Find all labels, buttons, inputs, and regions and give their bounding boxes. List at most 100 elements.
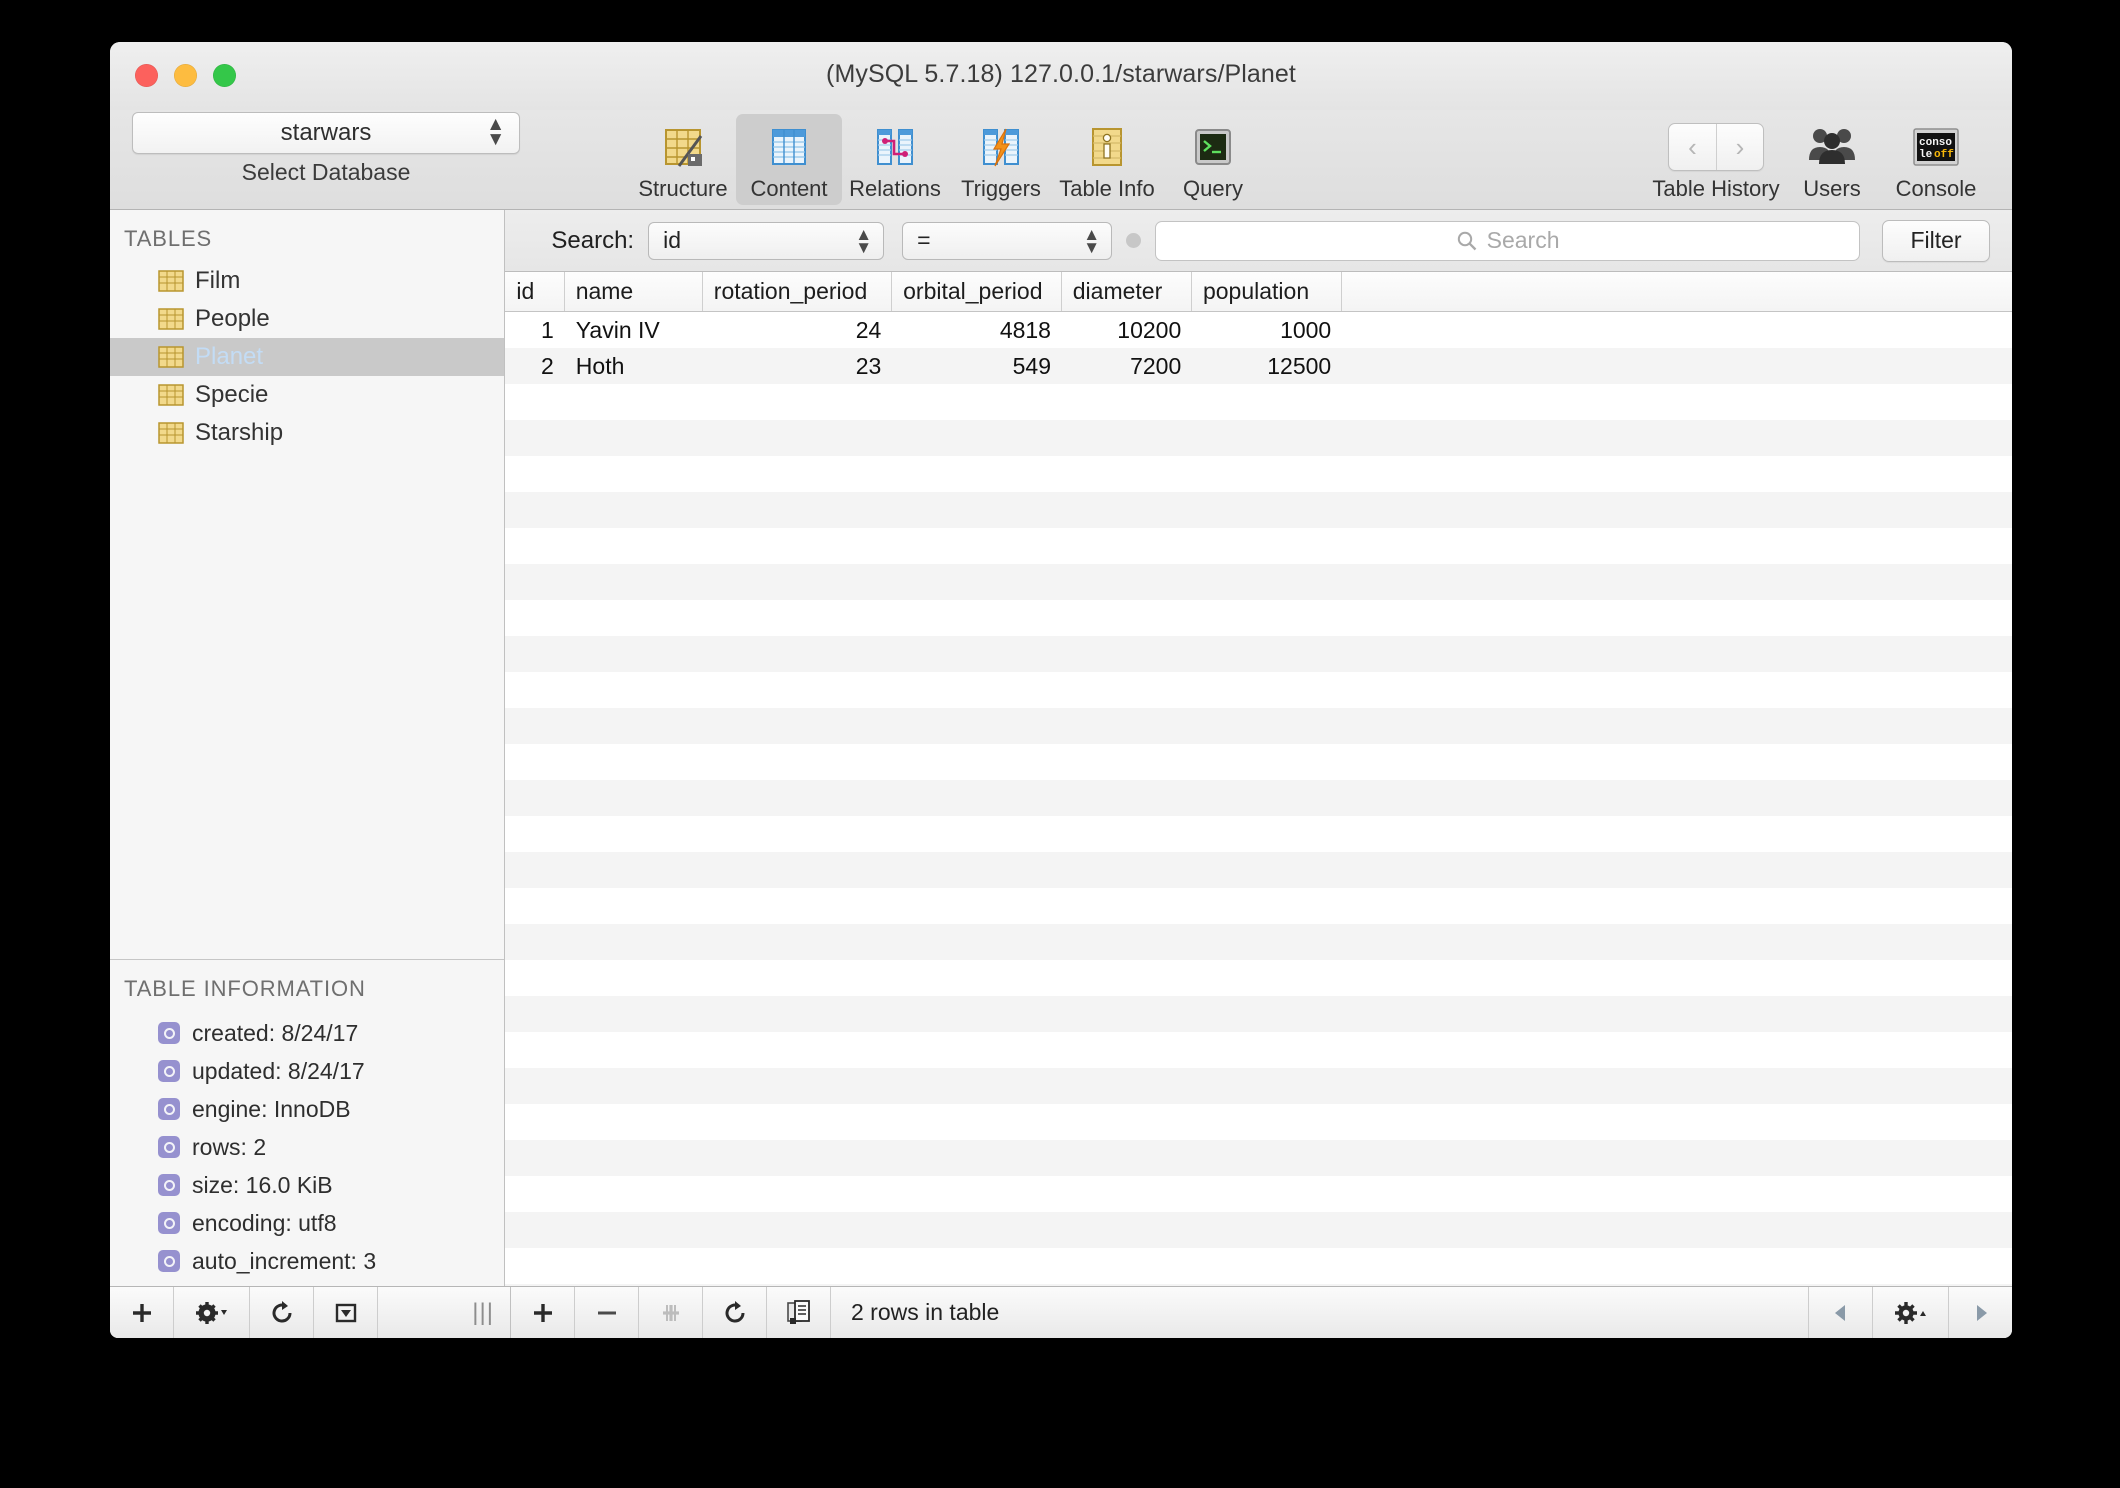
toolbar-tab-triggers-label: Triggers [961, 176, 1041, 201]
search-icon [1456, 230, 1478, 252]
refresh-tables-icon[interactable] [250, 1287, 314, 1338]
cell-population[interactable]: 1000 [1192, 312, 1342, 348]
toolbar-tab-content[interactable]: Content [736, 114, 842, 205]
cell-pad[interactable] [1342, 312, 2012, 348]
table-info-updated-label: updated: 8/24/17 [192, 1057, 365, 1084]
toolbar-tab-table-info[interactable]: Table Info [1054, 114, 1160, 205]
empty-row [505, 780, 2012, 816]
sidebar-table-people[interactable]: People [110, 300, 504, 338]
sidebar-table-starship[interactable]: Starship [110, 414, 504, 452]
empty-row [505, 888, 2012, 924]
column-header-diameter[interactable]: diameter [1062, 272, 1192, 311]
table-info-icon [1080, 120, 1134, 174]
table-structure-icon [656, 120, 710, 174]
table-row[interactable]: 2 Hoth 23 549 7200 12500 [505, 348, 2012, 384]
results-grid[interactable]: id name rotation_period orbital_period diame… [505, 272, 2012, 1286]
remove-row-icon[interactable] [575, 1287, 639, 1338]
column-header-population[interactable]: population [1192, 272, 1342, 311]
add-filter-condition-icon[interactable] [1126, 233, 1142, 248]
toolbar-table-history[interactable]: ‹ › Table History [1648, 114, 1784, 205]
pagination-gear-icon[interactable] [1872, 1287, 1948, 1338]
table-grid-icon [158, 422, 184, 444]
cell-rotation_period[interactable]: 24 [703, 312, 892, 348]
history-back-forward-icon: ‹ › [1668, 120, 1764, 174]
table-actions-gear-icon[interactable] [174, 1287, 250, 1338]
empty-row [505, 1104, 2012, 1140]
table-info-auto-increment: auto_increment: 3 [110, 1242, 504, 1280]
toolbar-right-group: ‹ › Table History Users conso le off Con… [1648, 114, 1992, 205]
empty-row [505, 1284, 2012, 1286]
sidebar-resize-grip[interactable]: ||| [378, 1287, 510, 1338]
history-back-icon[interactable]: ‹ [1669, 124, 1716, 170]
table-grid-icon [158, 384, 184, 406]
table-triggers-icon [974, 120, 1028, 174]
column-header-rotation_period[interactable]: rotation_period [703, 272, 893, 311]
toolbar-console[interactable]: conso le off Console [1880, 114, 1992, 205]
sidebar-table-specie[interactable]: Specie [110, 376, 504, 414]
toolbar-tabs: Structure Content Relations Triggers Tab… [630, 114, 1266, 205]
add-row-icon[interactable] [511, 1287, 575, 1338]
database-dropdown[interactable]: starwars ▲ ▼ [132, 112, 520, 154]
cell-population[interactable]: 12500 [1192, 348, 1342, 384]
cell-pad[interactable] [1342, 348, 2012, 384]
search-input[interactable]: Search [1155, 220, 1860, 261]
history-forward-icon[interactable]: › [1716, 124, 1763, 170]
history-segmented-control[interactable]: ‹ › [1668, 123, 1764, 171]
empty-row [505, 600, 2012, 636]
column-header-name[interactable]: name [565, 272, 703, 311]
toolbar-tab-relations[interactable]: Relations [842, 114, 948, 205]
table-content-icon [762, 120, 816, 174]
empty-row [505, 384, 2012, 420]
copy-rows-icon[interactable] [767, 1287, 831, 1338]
cell-id[interactable]: 1 [505, 312, 564, 348]
column-header-id[interactable]: id [505, 272, 565, 311]
main-toolbar: starwars ▲ ▼ Select Database Structure C… [110, 110, 2012, 210]
previous-page-icon[interactable] [1808, 1287, 1872, 1338]
window-title: (MySQL 5.7.18) 127.0.0.1/starwars/Planet [826, 60, 1296, 88]
empty-row [505, 1140, 2012, 1176]
add-table-icon[interactable] [110, 1287, 174, 1338]
cell-rotation_period[interactable]: 23 [703, 348, 892, 384]
grip-handle-icon: ||| [472, 1298, 494, 1326]
filter-tables-icon[interactable] [314, 1287, 378, 1338]
filter-button[interactable]: Filter [1882, 219, 1990, 262]
empty-row [505, 672, 2012, 708]
toolbar-tab-query[interactable]: Query [1160, 114, 1266, 205]
cell-id[interactable]: 2 [505, 348, 564, 384]
table-row[interactable]: 1 Yavin IV 24 4818 10200 1000 [505, 312, 2012, 348]
sidebar-table-planet[interactable]: Planet [110, 338, 505, 376]
column-header-orbital_period[interactable]: orbital_period [892, 272, 1062, 311]
empty-row [505, 1068, 2012, 1104]
table-relations-icon [868, 120, 922, 174]
toolbar-tab-structure[interactable]: Structure [630, 114, 736, 205]
next-page-icon[interactable] [1948, 1287, 2012, 1338]
results-grid-header: id name rotation_period orbital_period diame… [505, 272, 2012, 312]
search-label: Search: [551, 226, 635, 254]
cell-name[interactable]: Hoth [565, 348, 703, 384]
sidebar-table-film[interactable]: Film [110, 262, 504, 300]
cell-orbital_period[interactable]: 4818 [892, 312, 1062, 348]
table-info-size-label: size: 16.0 KiB [192, 1171, 333, 1198]
table-info-created-label: created: 8/24/17 [192, 1019, 359, 1046]
refresh-rows-icon[interactable] [703, 1287, 767, 1338]
chevron-updown-icon: ▲ ▼ [486, 114, 505, 150]
cell-diameter[interactable]: 7200 [1062, 348, 1192, 384]
empty-row [505, 924, 2012, 960]
sidebar-table-people-label: People [195, 305, 270, 332]
empty-row [505, 420, 2012, 456]
toolbar-users[interactable]: Users [1784, 114, 1880, 205]
empty-row [505, 708, 2012, 744]
cell-diameter[interactable]: 10200 [1062, 312, 1192, 348]
column-header-pad[interactable] [1342, 272, 2012, 311]
table-information-panel: TABLE INFORMATION created: 8/24/17 updat… [110, 960, 504, 1286]
table-grid-icon [158, 346, 184, 368]
search-operator-dropdown[interactable]: = ▲ ▼ [902, 221, 1113, 260]
table-info-encoding-label: encoding: utf8 [192, 1209, 337, 1236]
cell-orbital_period[interactable]: 549 [892, 348, 1062, 384]
chevron-updown-icon: ▲ ▼ [1083, 224, 1101, 257]
toolbar-users-label: Users [1803, 176, 1861, 201]
svg-text:off: off [1934, 149, 1954, 161]
search-column-dropdown[interactable]: id ▲ ▼ [648, 221, 885, 260]
toolbar-tab-triggers[interactable]: Triggers [948, 114, 1054, 205]
cell-name[interactable]: Yavin IV [565, 312, 703, 348]
